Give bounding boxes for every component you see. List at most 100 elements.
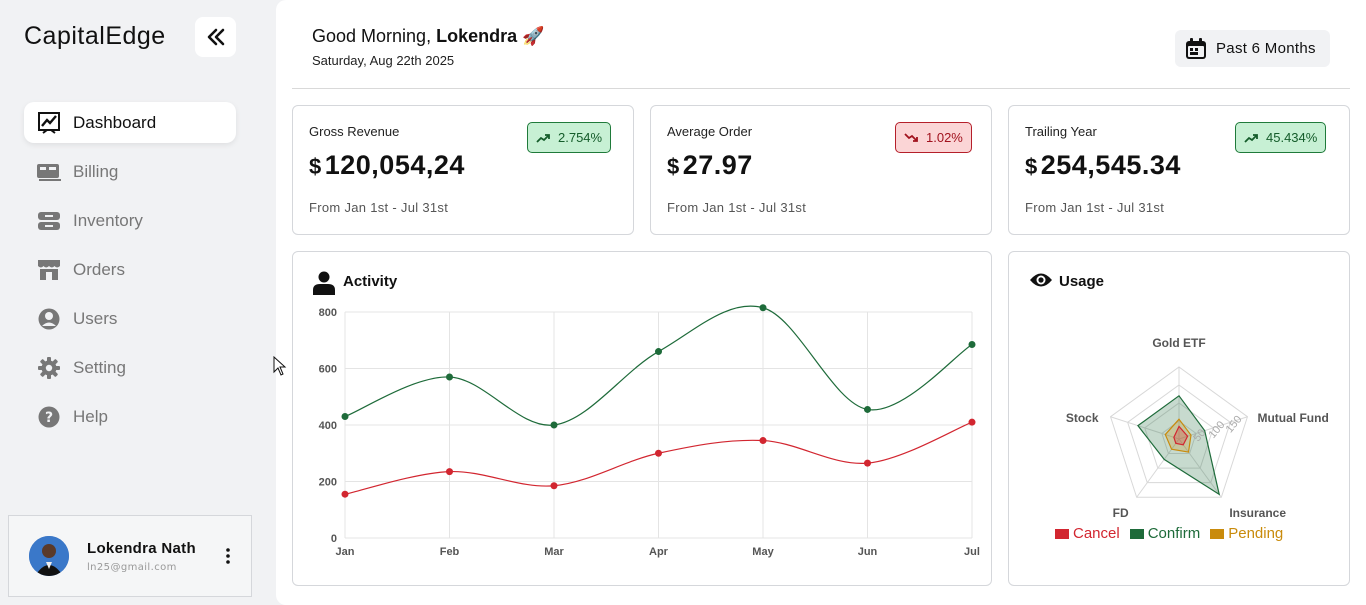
radar-axis-label: Mutual Fund	[1257, 411, 1328, 425]
stat-value: $27.97	[667, 150, 753, 181]
user-email: ln25@gmail.com	[87, 561, 177, 573]
x-tick-label: Mar	[544, 546, 564, 558]
usage-legend: Cancel Confirm Pending	[1055, 525, 1283, 542]
trend-value: 45.434%	[1266, 130, 1318, 145]
more-options-icon[interactable]	[225, 548, 231, 568]
stat-range: From Jan 1st - Jul 31st	[309, 200, 449, 215]
stat-range: From Jan 1st - Jul 31st	[667, 200, 807, 215]
trend-badge: 45.434%	[1235, 122, 1327, 153]
sidebar-item-users[interactable]: Users	[24, 298, 236, 339]
trend-value: 1.02%	[926, 130, 963, 145]
collapse-sidebar-button[interactable]	[195, 17, 236, 57]
radar-axis-label: FD	[1113, 506, 1129, 520]
chevrons-left-icon	[207, 28, 224, 46]
data-point	[550, 482, 558, 490]
x-tick-label: Jan	[336, 546, 355, 558]
data-point	[968, 418, 976, 426]
legend-label: Pending	[1228, 525, 1284, 542]
y-tick-label: 600	[319, 364, 337, 376]
sidebar-item-label: Setting	[73, 357, 126, 377]
greeting-name: Lokendra	[436, 26, 518, 46]
sidebar-item-label: Orders	[73, 259, 125, 279]
sidebar-item-label: Billing	[73, 161, 119, 181]
y-tick-label: 400	[319, 420, 337, 432]
currency-symbol: $	[1025, 154, 1038, 179]
stat-card-average-order: Average Order 1.02% $27.97 From Jan 1st …	[650, 105, 992, 235]
trend-down-icon	[904, 132, 918, 142]
x-tick-label: Jul	[964, 546, 980, 558]
y-tick-label: 0	[331, 533, 337, 545]
period-label: Past 6 Months	[1216, 40, 1316, 57]
legend-item-cancel[interactable]: Cancel	[1055, 525, 1120, 542]
activity-chart: 0 200 400 600 800 Jan Feb Mar Apr May Jun Jul	[319, 304, 980, 558]
calendar-icon	[1186, 37, 1206, 59]
radar-axis-label: Gold ETF	[1152, 336, 1205, 350]
sidebar-item-help[interactable]: ? Help	[24, 396, 236, 437]
period-selector-button[interactable]: Past 6 Months	[1175, 30, 1330, 67]
svg-text:?: ?	[44, 410, 52, 426]
stat-amount: 120,054,24	[324, 150, 465, 180]
trend-up-icon	[1244, 133, 1258, 143]
brand-logo: CapitalEdge	[24, 22, 166, 50]
trend-badge: 1.02%	[895, 122, 972, 153]
x-tick-label: Apr	[649, 546, 669, 558]
rocket-emoji: 🚀	[522, 26, 545, 46]
data-point	[550, 421, 558, 429]
x-tick-label: Feb	[440, 546, 460, 558]
data-point	[864, 405, 871, 413]
legend-item-pending[interactable]: Pending	[1210, 525, 1283, 542]
gear-icon	[36, 355, 61, 380]
trend-badge: 2.754%	[527, 122, 612, 153]
greeting: Good Morning, Lokendra 🚀	[312, 26, 545, 47]
data-point	[341, 490, 349, 498]
currency-symbol: $	[309, 154, 322, 179]
legend-item-confirm[interactable]: Confirm	[1129, 525, 1200, 542]
chart-icon	[36, 110, 61, 135]
data-point	[968, 340, 976, 348]
sidebar-nav: Dashboard Billing Inventory Orders Users…	[24, 102, 236, 445]
sidebar-item-setting[interactable]: Setting	[24, 347, 236, 388]
sidebar-item-dashboard[interactable]: Dashboard	[24, 102, 236, 143]
main-content: Good Morning, Lokendra 🚀 Saturday, Aug 2…	[276, 0, 1366, 605]
stat-amount: 254,545.34	[1040, 150, 1181, 180]
help-icon: ?	[36, 404, 61, 429]
user-profile-card[interactable]: Lokendra Nath ln25@gmail.com	[8, 515, 252, 597]
current-date: Saturday, Aug 22th 2025	[312, 53, 455, 68]
trend-value: 2.754%	[558, 130, 603, 145]
sidebar-item-billing[interactable]: Billing	[24, 151, 236, 192]
stat-range: From Jan 1st - Jul 31st	[1025, 200, 1165, 215]
user-name: Lokendra Nath	[87, 539, 196, 557]
store-icon	[36, 257, 61, 282]
radar-axis-label: Insurance	[1229, 506, 1286, 520]
data-point	[759, 304, 767, 312]
stat-label: Gross Revenue	[309, 124, 400, 139]
stat-card-gross-revenue: Gross Revenue 2.754% $120,054,24 From Ja…	[292, 105, 634, 235]
sidebar-item-label: Inventory	[73, 210, 143, 230]
y-tick-label: 200	[319, 477, 337, 489]
sidebar-item-orders[interactable]: Orders	[24, 249, 236, 290]
data-point	[655, 449, 662, 457]
avatar	[29, 536, 69, 576]
radar-axis-label: Stock	[1066, 411, 1099, 425]
sidebar-item-label: Dashboard	[73, 112, 157, 132]
mouse-cursor-icon	[273, 356, 287, 376]
legend-swatch	[1210, 528, 1225, 539]
billing-icon	[36, 159, 61, 184]
stat-value: $254,545.34	[1025, 150, 1181, 181]
usage-panel: Usage Gold ETF Mutual Fund Insurance FD Stoc…	[1008, 251, 1350, 586]
y-tick-label: 800	[319, 307, 337, 319]
x-tick-label: Jun	[858, 546, 878, 558]
legend-label: Cancel	[1073, 525, 1120, 542]
stat-label: Trailing Year	[1025, 124, 1097, 139]
data-point	[655, 348, 662, 356]
activity-panel: Activity 0 200 400 600 800 Jan Feb Mar Apr May Jun…	[292, 251, 992, 586]
data-point	[446, 468, 453, 476]
sidebar: CapitalEdge Dashboard Billing Inventory …	[0, 0, 276, 605]
stat-value: $120,054,24	[309, 150, 465, 181]
x-tick-label: May	[752, 546, 774, 558]
stat-card-trailing-year: Trailing Year 45.434% $254,545.34 From J…	[1008, 105, 1350, 235]
sidebar-item-inventory[interactable]: Inventory	[24, 200, 236, 241]
stat-label: Average Order	[667, 124, 753, 139]
inventory-icon	[36, 208, 61, 233]
data-point	[864, 459, 871, 467]
